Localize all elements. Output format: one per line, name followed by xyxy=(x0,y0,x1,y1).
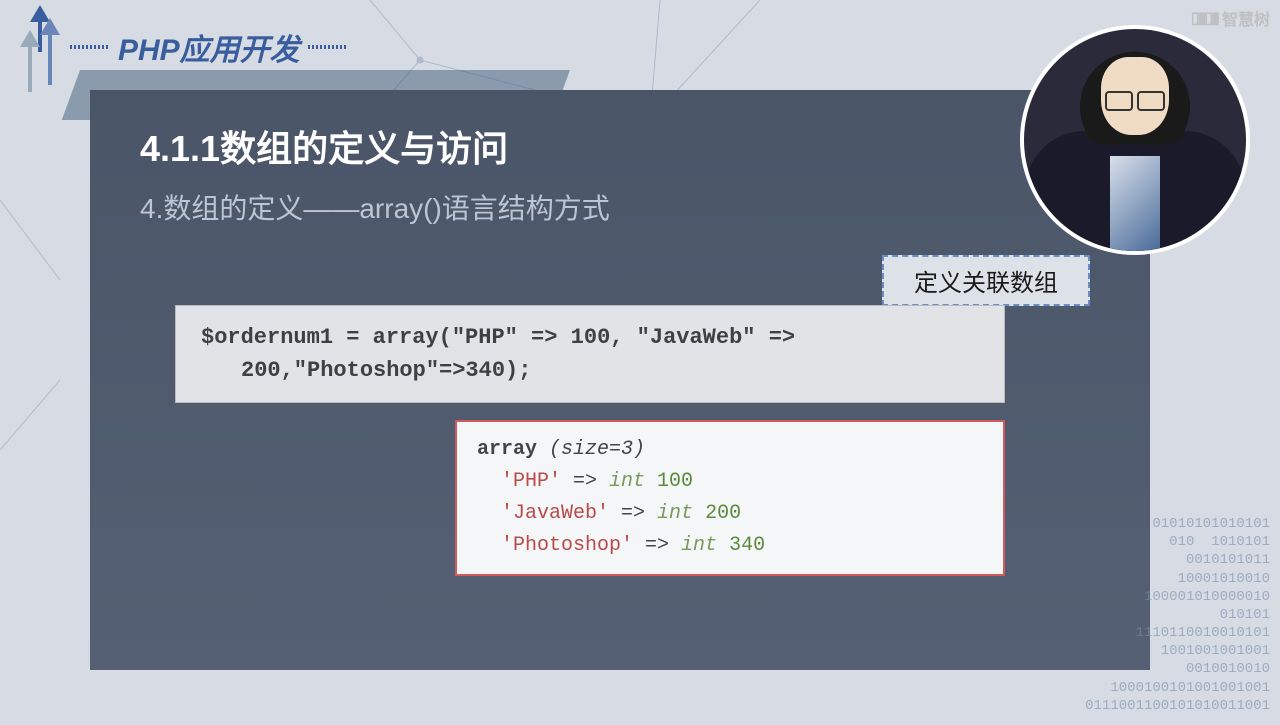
output-size: (size=3) xyxy=(549,438,645,461)
header-dots-left xyxy=(70,45,110,49)
out-type: int xyxy=(609,470,657,493)
out-key: 'JavaWeb' xyxy=(501,502,609,525)
out-type: int xyxy=(681,534,729,557)
course-header: PHP应用开发 xyxy=(70,25,348,69)
out-key: 'Photoshop' xyxy=(501,534,633,557)
out-val: 340 xyxy=(729,534,765,557)
slide-container: 4.1.1数组的定义与访问 4.数组的定义——array()语言结构方式 定义关… xyxy=(80,70,1180,670)
output-header: array (size=3) xyxy=(477,434,983,466)
out-val: 200 xyxy=(705,502,741,525)
out-key: 'PHP' xyxy=(501,470,561,493)
out-val: 100 xyxy=(657,470,693,493)
code-line-2: 200,"Photoshop"=>340); xyxy=(201,354,979,387)
output-row: 'JavaWeb' => int 200 xyxy=(477,498,983,530)
header-dots-right xyxy=(308,45,348,49)
label-badge: 定义关联数组 xyxy=(882,255,1090,306)
course-title: PHP应用开发 xyxy=(118,25,300,69)
out-arrow: => xyxy=(561,470,609,493)
watermark: ▯▮▯▮ 智慧树 xyxy=(1191,6,1270,30)
code-line-1: $ordernum1 = array("PHP" => 100, "JavaWe… xyxy=(201,321,979,354)
presenter-avatar xyxy=(1020,25,1250,255)
decorative-arrows xyxy=(20,0,60,100)
section-subtitle: 4.数组的定义——array()语言结构方式 xyxy=(140,187,1100,227)
output-row: 'Photoshop' => int 340 xyxy=(477,530,983,562)
watermark-logo-icon: ▯▮▯▮ xyxy=(1191,8,1218,28)
code-definition-box: $ordernum1 = array("PHP" => 100, "JavaWe… xyxy=(175,305,1005,403)
output-array-kw: array xyxy=(477,438,549,461)
out-type: int xyxy=(657,502,705,525)
watermark-text: 智慧树 xyxy=(1222,6,1270,30)
section-title: 4.1.1数组的定义与访问 xyxy=(140,120,1100,172)
output-row: 'PHP' => int 100 xyxy=(477,466,983,498)
slide-body: 4.1.1数组的定义与访问 4.数组的定义——array()语言结构方式 定义关… xyxy=(90,90,1150,670)
binary-decoration: 01010101010101 010 1010101 0010101011 10… xyxy=(1085,515,1270,715)
out-arrow: => xyxy=(609,502,657,525)
out-arrow: => xyxy=(633,534,681,557)
code-output-box: array (size=3) 'PHP' => int 100 'JavaWeb… xyxy=(455,420,1005,576)
